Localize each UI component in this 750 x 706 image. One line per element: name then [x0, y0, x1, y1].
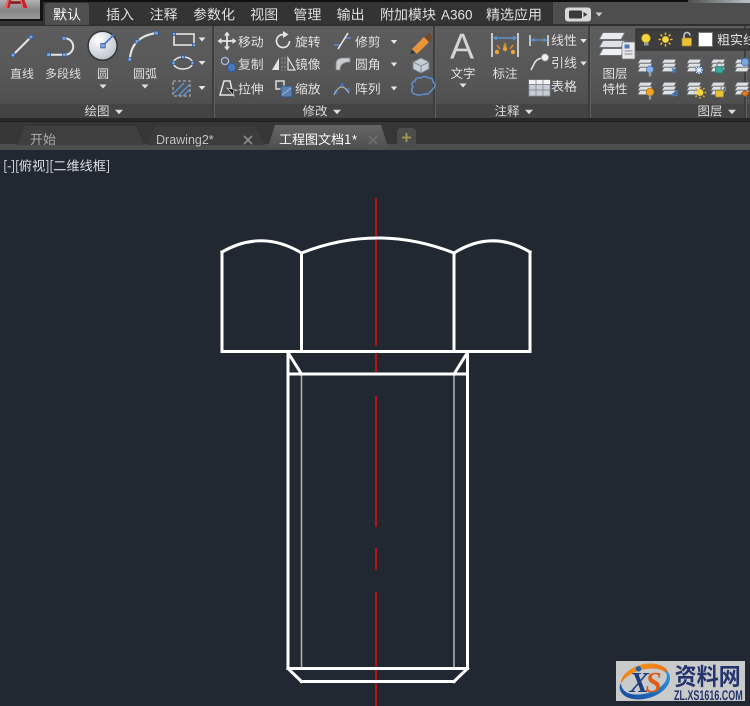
svg-text:Drawing2*: Drawing2*	[156, 133, 214, 147]
svg-text:*: *	[352, 132, 357, 147]
svg-text:A360: A360	[441, 8, 473, 23]
